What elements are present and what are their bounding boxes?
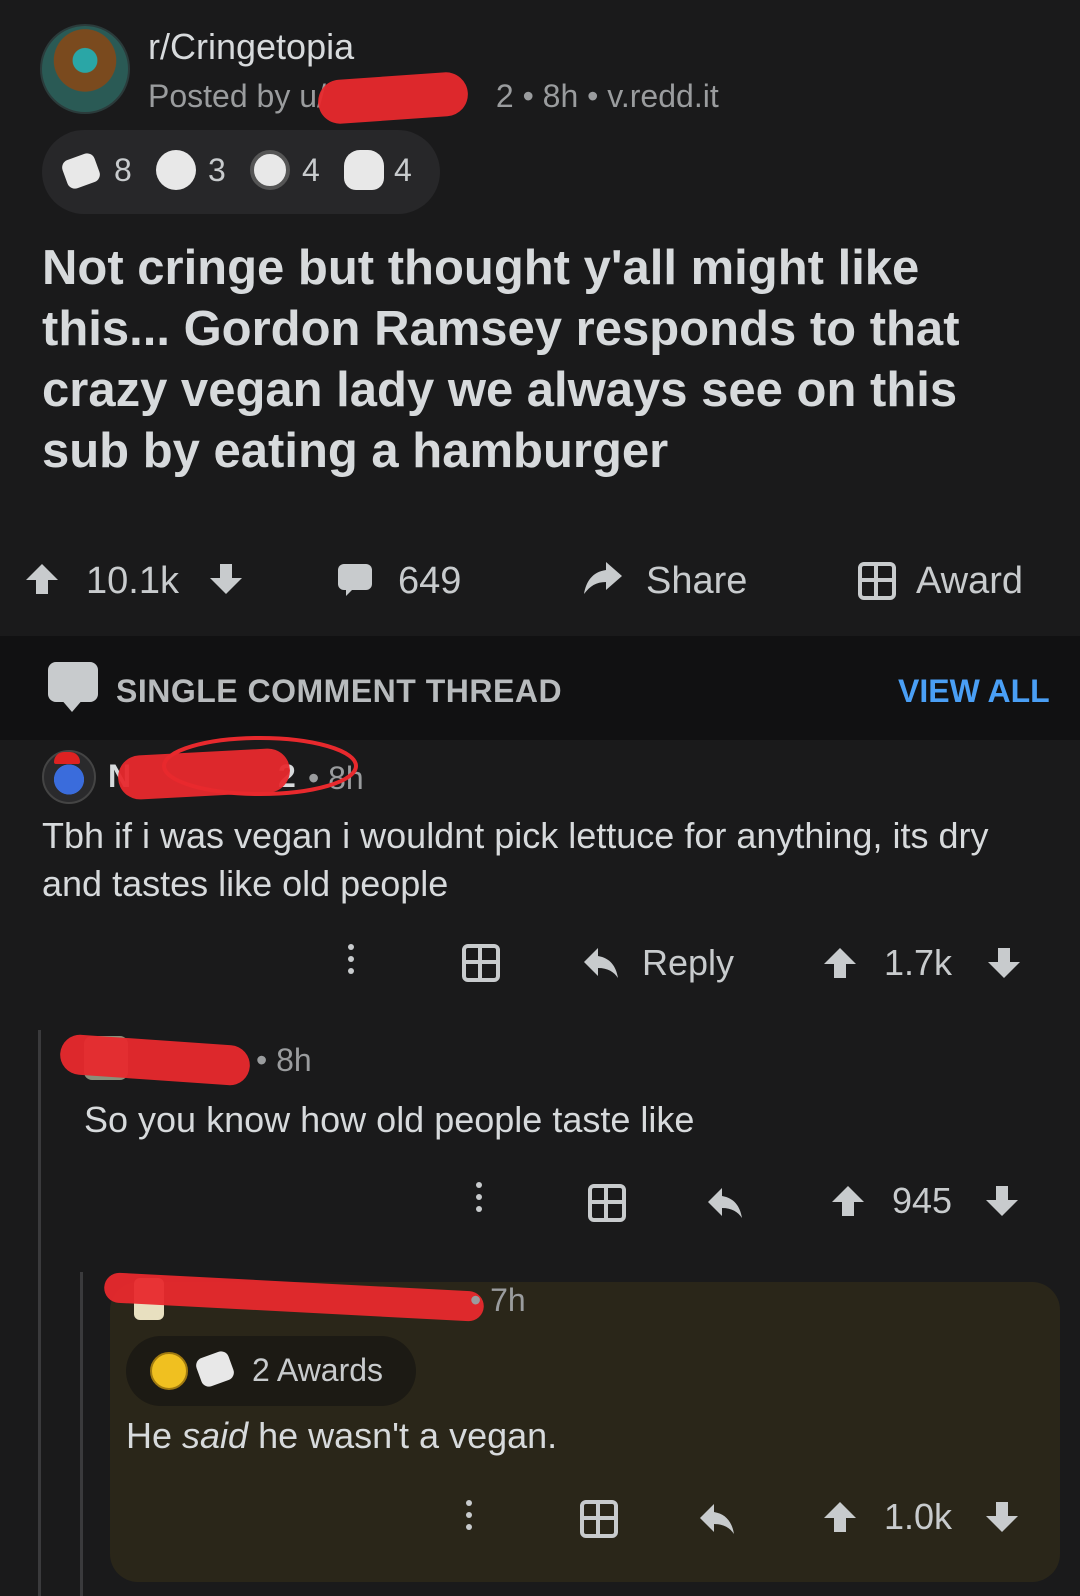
award-count: 4: [394, 152, 412, 188]
comment-bubble-icon: [48, 662, 98, 712]
thread-line: [38, 1030, 41, 1596]
downvote-icon[interactable]: [208, 562, 244, 596]
comment-body: He said he wasn't a vegan.: [126, 1412, 1026, 1460]
subreddit-avatar[interactable]: [40, 24, 130, 114]
downvote-icon[interactable]: [984, 1184, 1020, 1218]
comment-vote-count: 945: [892, 1180, 953, 1221]
gold-star-icon: [150, 1352, 188, 1390]
award-count: 3: [208, 152, 226, 188]
avatar-hat: [54, 752, 80, 764]
ghost-face-icon: [156, 150, 196, 190]
award-button[interactable]: Award: [916, 560, 1023, 603]
comment-time: • 7h: [470, 1282, 526, 1318]
comment-body: Tbh if i was vegan i wouldnt pick lettuc…: [42, 815, 989, 904]
comment-count[interactable]: 649: [398, 560, 461, 603]
more-options-icon[interactable]: [476, 1182, 482, 1218]
reply-icon[interactable]: [706, 1186, 744, 1220]
downvote-icon[interactable]: [984, 1500, 1020, 1534]
posted-by-label: Posted by u/: [148, 78, 326, 114]
award-gift-icon[interactable]: [462, 944, 500, 982]
reply-button[interactable]: Reply: [642, 942, 734, 984]
award-gift-icon[interactable]: [588, 1184, 626, 1222]
comment-text-emphasis: said: [182, 1415, 249, 1456]
view-all-button[interactable]: VIEW ALL: [898, 673, 1050, 710]
awards-label: 2 Awards: [252, 1352, 384, 1388]
comment-time: • 8h: [256, 1042, 312, 1078]
share-button[interactable]: Share: [646, 560, 747, 603]
thread-label: SINGLE COMMENT THREAD: [116, 673, 563, 709]
polar-bear-icon: [344, 150, 384, 190]
post-vote-count: 10.1k: [86, 560, 179, 602]
comment-text-part: he wasn't a vegan.: [248, 1415, 558, 1456]
share-icon[interactable]: [582, 560, 624, 596]
reply-icon[interactable]: [698, 1502, 736, 1536]
comment-body: So you know how old people taste like: [84, 1099, 695, 1140]
reply-icon[interactable]: [582, 946, 620, 980]
comment-text-part: He: [126, 1415, 183, 1456]
redaction-scribble: [162, 736, 358, 796]
downvote-icon[interactable]: [986, 946, 1022, 980]
upvote-icon[interactable]: [822, 1500, 858, 1534]
upvote-icon[interactable]: [24, 562, 60, 596]
comment-vote-count: 1.7k: [884, 942, 953, 983]
post-title[interactable]: Not cringe but thought y'all might like …: [42, 238, 1042, 482]
upvote-icon[interactable]: [822, 946, 858, 980]
silver-coin-icon: [250, 150, 290, 190]
subreddit-name[interactable]: r/Cringetopia: [148, 26, 354, 68]
award-gift-icon[interactable]: [858, 562, 896, 600]
comment-vote-count: 1.0k: [884, 1496, 953, 1537]
award-count: 4: [302, 152, 320, 188]
post-meta-tail: 2 • 8h • v.redd.it: [495, 78, 719, 114]
upvote-icon[interactable]: [830, 1184, 866, 1218]
thread-line: [80, 1272, 83, 1596]
comment-icon[interactable]: [336, 562, 374, 598]
more-options-icon[interactable]: [348, 944, 354, 980]
award-count: 8: [114, 152, 132, 188]
award-gift-icon[interactable]: [580, 1500, 618, 1538]
more-options-icon[interactable]: [466, 1500, 472, 1536]
